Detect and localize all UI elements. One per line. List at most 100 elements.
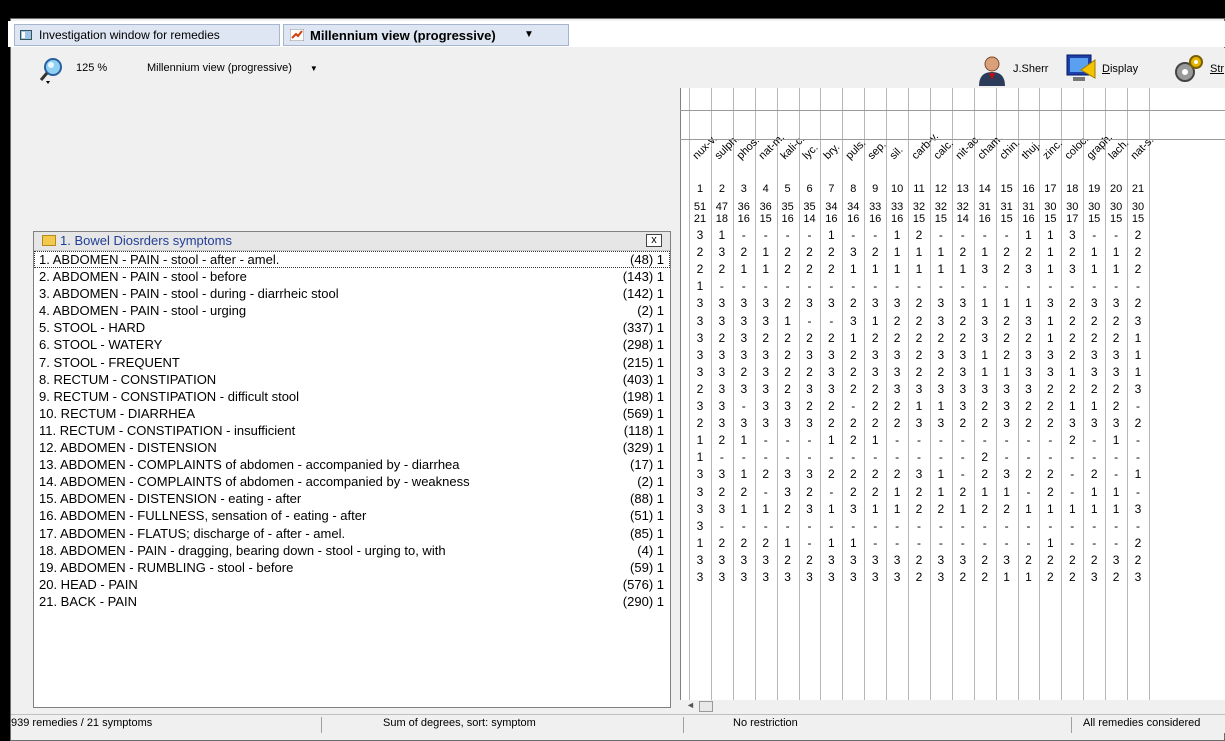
symptom-row[interactable]: 16. ABDOMEN - FULLNESS, sensation of - e… bbox=[34, 507, 670, 524]
symptom-row[interactable]: 11. RECTUM - CONSTIPATION - insufficient… bbox=[34, 422, 670, 439]
grade-cell: 2 bbox=[959, 330, 967, 345]
grade-cell: 3 bbox=[696, 364, 704, 379]
symptom-row[interactable]: 15. ABDOMEN - DISTENSION - eating - afte… bbox=[34, 490, 670, 507]
grade-cell: 1 bbox=[1003, 364, 1010, 379]
grade-cell: 3 bbox=[1112, 416, 1120, 431]
symptom-row[interactable]: 13. ABDOMEN - COMPLAINTS of abdomen - ac… bbox=[34, 456, 670, 473]
symptom-row[interactable]: 17. ABDOMEN - FLATUS; discharge of - aft… bbox=[34, 525, 670, 542]
symptom-count: (329) 1 bbox=[622, 440, 664, 456]
remedy-score-count: 16 bbox=[1022, 213, 1035, 225]
symptom-list: 1. ABDOMEN - PAIN - stool - after - amel… bbox=[34, 251, 670, 610]
horizontal-scrollbar[interactable]: ◄ bbox=[683, 700, 1225, 714]
grade-cell: 2 bbox=[1112, 313, 1120, 328]
grade-cell: 1 bbox=[740, 467, 748, 482]
grade-cell: 1 bbox=[1068, 399, 1076, 413]
grade-cell: 1 bbox=[1112, 501, 1120, 516]
remedy-score-count: 16 bbox=[825, 213, 838, 225]
tab-investigation-window[interactable]: Investigation window for remedies bbox=[14, 24, 280, 46]
symptom-label: 19. ABDOMEN - RUMBLING - stool - before bbox=[39, 559, 294, 575]
symptom-row[interactable]: 10. RECTUM - DIARRHEA (569) 1 bbox=[34, 405, 670, 422]
grade-cell: 2 bbox=[1134, 245, 1142, 260]
remedy-header[interactable]: sil. bbox=[888, 144, 906, 162]
symptom-row[interactable]: 4. ABDOMEN - PAIN - stool - urging (2) 1 bbox=[34, 302, 670, 319]
grade-cell: 3 bbox=[1025, 262, 1032, 277]
remedy-header[interactable]: sulph. bbox=[712, 133, 741, 162]
grade-cell: - bbox=[1048, 433, 1053, 448]
symptom-row[interactable]: 3. ABDOMEN - PAIN - stool - during - dia… bbox=[34, 285, 670, 302]
grade-cell: 3 bbox=[828, 364, 835, 379]
grade-cell: - bbox=[1114, 279, 1119, 294]
grade-cell: 3 bbox=[740, 570, 748, 584]
grade-cell: 1 bbox=[849, 535, 857, 550]
grade-cell: 3 bbox=[937, 347, 945, 362]
symptom-row[interactable]: 14. ABDOMEN - COMPLAINTS of abdomen - ac… bbox=[34, 473, 670, 490]
user-name[interactable]: J.Sherr bbox=[1013, 63, 1048, 75]
tab-millennium-view[interactable]: Millennium view (progressive) ▼ bbox=[283, 24, 569, 46]
display-button[interactable]: Display bbox=[1102, 63, 1138, 75]
zoom-level[interactable]: 125 % bbox=[76, 62, 107, 74]
view-select[interactable]: Millennium view (progressive) ▼ bbox=[147, 62, 318, 74]
grade-cell: 3 bbox=[1134, 570, 1142, 584]
remedy-header[interactable]: coloc. bbox=[1063, 133, 1092, 162]
grade-cell: 1 bbox=[784, 535, 791, 550]
grade-cell: 3 bbox=[740, 330, 748, 345]
symptom-row[interactable]: 6. STOOL - WATERY (298) 1 bbox=[34, 336, 670, 353]
grade-cell: 3 bbox=[718, 296, 726, 311]
remedy-header[interactable]: nit-ac. bbox=[953, 132, 983, 162]
close-group-icon[interactable]: x bbox=[646, 234, 662, 247]
symptom-row[interactable]: 12. ABDOMEN - DISTENSION (329) 1 bbox=[34, 439, 670, 456]
symptom-row[interactable]: 19. ABDOMEN - RUMBLING - stool - before (… bbox=[34, 559, 670, 576]
remedy-number: 18 bbox=[1066, 183, 1079, 195]
symptom-row[interactable]: 9. RECTUM - CONSTIPATION - difficult sto… bbox=[34, 388, 670, 405]
remedy-header[interactable]: nux-v. bbox=[691, 133, 720, 162]
grade-cell: - bbox=[1004, 279, 1009, 294]
grade-cell: - bbox=[1004, 535, 1009, 550]
grade-cell: - bbox=[741, 228, 746, 242]
window-icon bbox=[20, 30, 32, 40]
grade-cell: 3 bbox=[1112, 364, 1120, 379]
grade-cell: 2 bbox=[915, 347, 923, 362]
grade-cell: 1 bbox=[1112, 245, 1120, 260]
grade-cell: 2 bbox=[1068, 296, 1076, 311]
grade-cell: 3 bbox=[893, 381, 901, 396]
symptom-row[interactable]: 8. RECTUM - CONSTIPATION (403) 1 bbox=[34, 371, 670, 388]
display-icon[interactable] bbox=[1065, 52, 1097, 84]
grade-cell: 2 bbox=[871, 484, 879, 499]
grade-cell: 1 bbox=[828, 228, 835, 242]
remedy-score-total: 33 bbox=[890, 201, 904, 213]
remedy-header[interactable]: bry. bbox=[822, 141, 843, 162]
grade-cell: 2 bbox=[806, 484, 813, 499]
symptom-row[interactable]: 2. ABDOMEN - PAIN - stool - before (143) … bbox=[34, 268, 670, 285]
scroll-thumb[interactable] bbox=[699, 701, 713, 712]
group-header[interactable]: 1. Bowel Diosrders symptoms x bbox=[34, 232, 670, 251]
symptom-row[interactable]: 21. BACK - PAIN (290) 1 bbox=[34, 593, 670, 610]
symptom-row[interactable]: 18. ABDOMEN - PAIN - dragging, bearing d… bbox=[34, 542, 670, 559]
symptom-row[interactable]: 5. STOOL - HARD (337) 1 bbox=[34, 319, 670, 336]
magnifier-icon[interactable] bbox=[38, 56, 66, 84]
symptom-row[interactable]: 7. STOOL - FREQUENT (215) 1 bbox=[34, 354, 670, 371]
grade-cell: 3 bbox=[1003, 416, 1010, 431]
grade-cell: - bbox=[1092, 228, 1097, 242]
user-avatar-icon[interactable] bbox=[975, 54, 1009, 86]
tab-dropdown-icon[interactable]: ▼ bbox=[524, 25, 534, 45]
grade-cell: 1 bbox=[740, 262, 748, 277]
symptom-label: 20. HEAD - PAIN bbox=[39, 576, 138, 592]
tab-millennium-label: Millennium view (progressive) bbox=[310, 28, 496, 43]
grade-cell: 2 bbox=[1025, 467, 1032, 482]
grade-cell: 2 bbox=[1003, 313, 1010, 328]
remedy-score-total: 32 bbox=[912, 201, 926, 213]
remedy-number: 6 bbox=[806, 183, 813, 195]
symptom-row[interactable]: 20. HEAD - PAIN (576) 1 bbox=[34, 576, 670, 593]
scroll-left-icon[interactable]: ◄ bbox=[686, 700, 695, 710]
view-select-arrow-icon[interactable]: ▼ bbox=[310, 64, 318, 73]
grade-cell: 1 bbox=[959, 501, 967, 516]
grade-cell: - bbox=[917, 279, 921, 294]
grade-cell: - bbox=[851, 228, 856, 242]
symptom-row[interactable]: 1. ABDOMEN - PAIN - stool - after - amel… bbox=[34, 251, 670, 269]
grade-cell: 3 bbox=[871, 552, 879, 567]
symptom-count: (198) 1 bbox=[622, 388, 664, 404]
grade-cell: 2 bbox=[806, 330, 813, 345]
strategy-button[interactable]: Str bbox=[1210, 63, 1224, 75]
symptom-count: (51) 1 bbox=[630, 508, 664, 524]
gear-icon[interactable] bbox=[1170, 54, 1204, 86]
